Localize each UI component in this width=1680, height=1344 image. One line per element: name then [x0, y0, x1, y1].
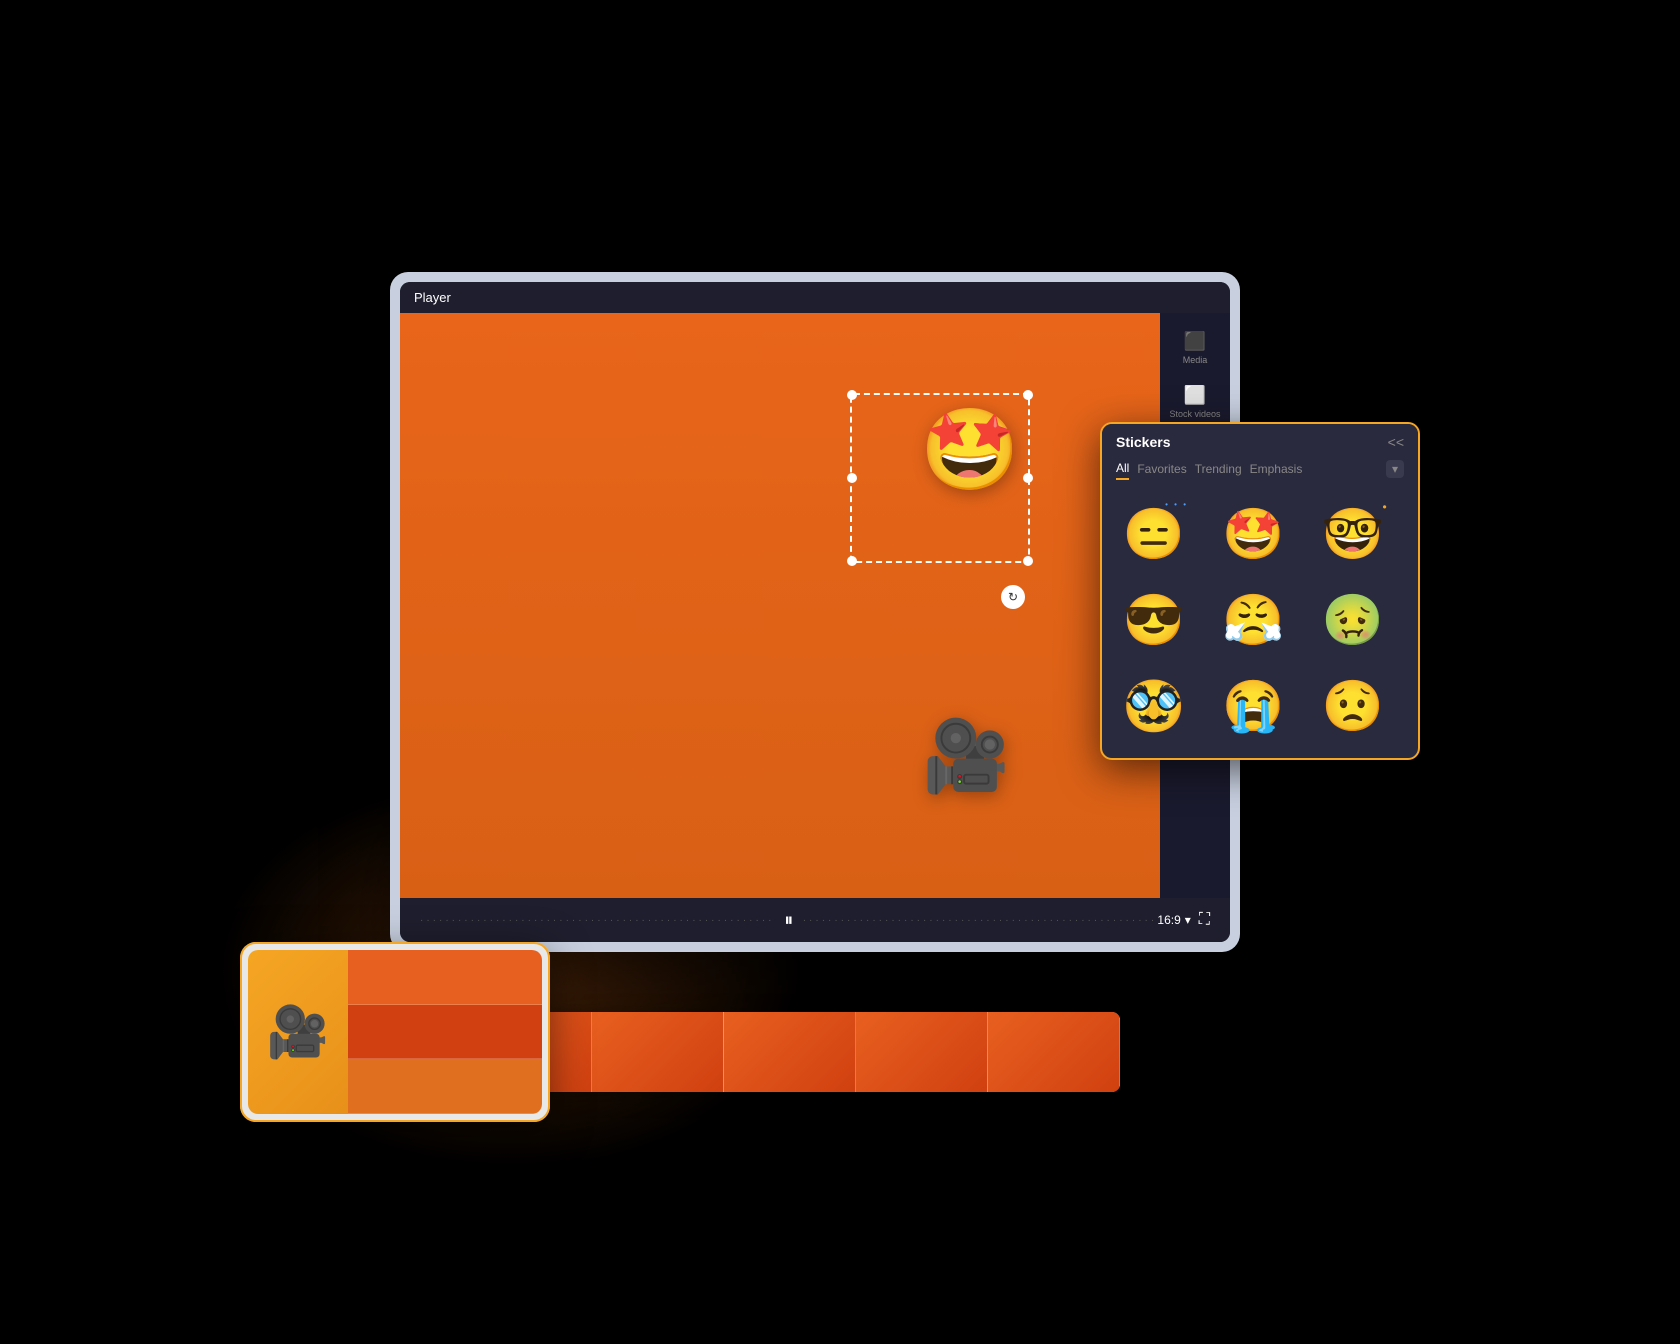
mobile-camera-icon: 🎥 [248, 950, 348, 1114]
sticker-cell-8[interactable]: 😟 [1315, 668, 1391, 744]
handle-mid-right[interactable] [1023, 473, 1033, 483]
mobile-frame-3 [348, 1059, 542, 1114]
tab-favorites[interactable]: Favorites [1137, 459, 1186, 479]
ratio-dropdown-icon: ▾ [1185, 913, 1191, 927]
timeline-dots: ········································… [420, 915, 775, 926]
tab-trending[interactable]: Trending [1195, 459, 1242, 479]
mobile-device: 🎥 [240, 942, 550, 1122]
collapse-button[interactable]: << [1388, 434, 1404, 450]
sticker-cell-7[interactable]: 😭 [1215, 668, 1291, 744]
ratio-selector[interactable]: 16:9 ▾ [1157, 913, 1190, 927]
camera-emoji: 🎥 [267, 1003, 329, 1062]
ratio-value: 16:9 [1157, 913, 1180, 927]
stickers-panel-title: Stickers [1116, 434, 1170, 450]
mobile-frame-2 [348, 1005, 542, 1060]
sidebar-item-media[interactable]: ⬛ Media [1177, 323, 1214, 373]
timeline-thumb-4 [724, 1012, 856, 1092]
tab-all[interactable]: All [1116, 458, 1129, 480]
mobile-frame-1 [348, 950, 542, 1005]
sticker-emoji-video[interactable]: 🤩 [920, 403, 1020, 497]
stock-icon: ⬜ [1184, 385, 1206, 406]
play-button[interactable]: ⏸ [775, 906, 803, 934]
timeline-thumb-5 [856, 1012, 988, 1092]
stickers-tabs: All Favorites Trending Emphasis ▾ [1102, 458, 1418, 488]
handle-top-right[interactable] [1023, 390, 1033, 400]
tab-emphasis[interactable]: Emphasis [1250, 459, 1303, 479]
media-label: Media [1183, 355, 1208, 365]
media-icon: ⬛ [1184, 331, 1206, 352]
camera-sticker-video[interactable]: 🎥 [923, 716, 1010, 798]
rotate-handle[interactable]: ↻ [1001, 585, 1025, 609]
stickers-panel-header: Stickers << [1102, 424, 1418, 458]
timeline-dots-right: ········································… [803, 915, 1158, 926]
handle-bottom-left[interactable] [847, 556, 857, 566]
handle-top-left[interactable] [847, 390, 857, 400]
sticker-cell-5[interactable]: 🤢 [1315, 582, 1391, 658]
handle-mid-left[interactable] [847, 473, 857, 483]
sticker-cell-4[interactable]: 😤 [1215, 582, 1291, 658]
sticker-cell-1[interactable]: 🤩 [1215, 496, 1291, 572]
mobile-frames [348, 950, 542, 1114]
scene-container: Player [290, 222, 1390, 1122]
sticker-cell-2[interactable]: 🤓 [1315, 496, 1391, 572]
stickers-grid: 😑 🤩 🤓 😎 😤 🤢 🥸 😭 😟 [1102, 488, 1418, 758]
handle-bottom-right[interactable] [1023, 556, 1033, 566]
sticker-cell-6[interactable]: 🥸 [1116, 668, 1192, 744]
fullscreen-button[interactable]: ⛶ [1199, 911, 1210, 929]
player-label: Player [414, 290, 451, 305]
stock-label: Stock videos [1169, 409, 1220, 419]
tab-dropdown[interactable]: ▾ [1386, 460, 1404, 478]
player-bar: Player [400, 282, 1230, 313]
timeline-thumb-3 [592, 1012, 724, 1092]
sticker-cell-0[interactable]: 😑 [1116, 496, 1192, 572]
sidebar-item-stock[interactable]: ⬜ Stock videos [1163, 377, 1226, 427]
controls-bar: ········································… [400, 898, 1230, 942]
timeline-thumb-6 [988, 1012, 1120, 1092]
sticker-cell-3[interactable]: 😎 [1116, 582, 1192, 658]
stickers-panel: Stickers << All Favorites Trending Empha… [1100, 422, 1420, 760]
